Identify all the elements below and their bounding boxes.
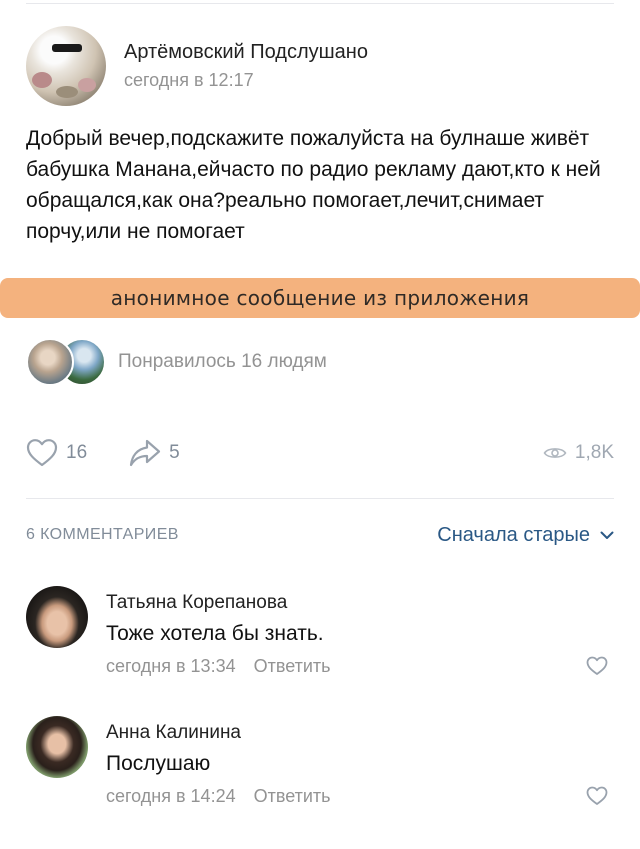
- eye-icon: [543, 448, 567, 458]
- post-time[interactable]: сегодня в 12:17: [124, 70, 368, 91]
- comment-time[interactable]: сегодня в 13:34: [106, 656, 236, 677]
- reply-button[interactable]: Ответить: [254, 656, 331, 677]
- divider: [26, 498, 614, 499]
- heart-icon[interactable]: [586, 786, 608, 806]
- chevron-down-icon: [600, 531, 614, 539]
- comments-count: 6 КОММЕНТАРИЕВ: [26, 526, 179, 543]
- views-count: 1,8K: [574, 442, 614, 463]
- comments-header: 6 КОММЕНТАРИЕВ Сначала старые: [26, 520, 614, 550]
- post-header: Артёмовский Подслушано сегодня в 12:17: [26, 26, 368, 106]
- share-icon: [130, 439, 161, 467]
- avatar[interactable]: [26, 716, 88, 778]
- group-name[interactable]: Артёмовский Подслушано: [124, 41, 368, 64]
- top-divider: [26, 3, 614, 4]
- share-button[interactable]: 5: [129, 438, 180, 468]
- anonymous-banner: анонимное сообщение из приложения: [0, 278, 640, 318]
- anonymous-banner-text: анонимное сообщение из приложения: [110, 286, 530, 310]
- post-actions: 16 5 1,8K: [26, 433, 614, 473]
- share-count: 5: [169, 442, 180, 463]
- heart-icon: [26, 439, 58, 467]
- comment-text: Послушаю: [106, 752, 211, 775]
- like-count: 16: [66, 442, 88, 463]
- post-text: Добрый вечер,подскажите пожалуйста на бу…: [26, 127, 601, 243]
- comment-text: Тоже хотела бы знать.: [106, 622, 324, 645]
- comment-author[interactable]: Анна Калинина: [106, 722, 606, 744]
- comments-sort-label[interactable]: Сначала старые: [437, 524, 590, 547]
- views-indicator: 1,8K: [543, 442, 614, 464]
- avatar[interactable]: [26, 586, 88, 648]
- like-button[interactable]: 16: [26, 438, 87, 468]
- reply-button[interactable]: Ответить: [254, 786, 331, 807]
- liked-by-row[interactable]: Понравилось 16 людям: [26, 338, 327, 386]
- comment-author[interactable]: Татьяна Корепанова: [106, 592, 606, 614]
- liked-by-text[interactable]: Понравилось 16 людям: [118, 351, 327, 373]
- comment-time[interactable]: сегодня в 14:24: [106, 786, 236, 807]
- group-avatar[interactable]: [26, 26, 106, 106]
- heart-icon[interactable]: [586, 656, 608, 676]
- liker-avatar: [26, 338, 74, 386]
- comments-sort-dropdown[interactable]: Сначала старые: [437, 524, 614, 547]
